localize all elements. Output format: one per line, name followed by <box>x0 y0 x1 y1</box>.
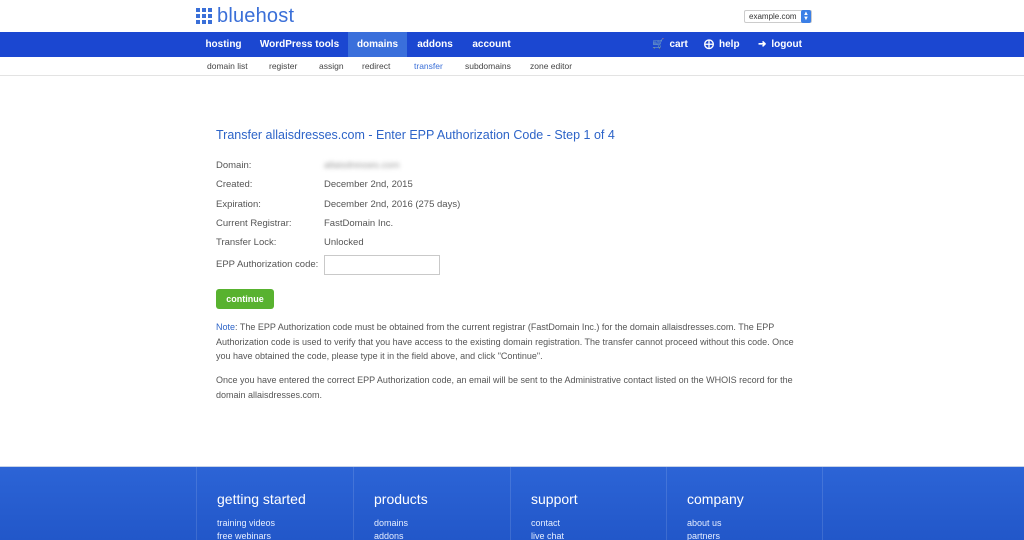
field-label: Current Registrar: <box>216 218 292 230</box>
field-value-expiration: December 2nd, 2016 (275 days) <box>324 198 461 210</box>
subnav-subdomains[interactable]: subdomains <box>465 61 511 71</box>
footer-link[interactable]: contact <box>531 518 560 528</box>
field-row-created: Created: December 2nd, 2015 <box>216 175 806 194</box>
field-row-transfer-lock: Transfer Lock: Unlocked <box>216 233 806 252</box>
nav-cart[interactable]: 🛒 cart <box>652 32 688 57</box>
subnav-redirect[interactable]: redirect <box>362 61 390 71</box>
select-arrows-icon: ▲ ▼ <box>801 10 811 23</box>
nav-label: logout <box>771 39 802 50</box>
field-row-epp: EPP Authorization code: <box>216 252 806 276</box>
epp-label: EPP Authorization code: <box>216 258 319 270</box>
subnav-zone-editor[interactable]: zone editor <box>530 61 572 71</box>
field-label: Domain: <box>216 160 252 172</box>
subnav-assign[interactable]: assign <box>319 61 344 71</box>
field-row-registrar: Current Registrar: FastDomain Inc. <box>216 214 806 233</box>
footer-column-products: products domains addons <box>353 467 510 540</box>
domain-select-value: example.com <box>749 12 797 21</box>
bluehost-logo[interactable]: bluehost <box>196 6 294 26</box>
nav-account[interactable]: account <box>463 32 520 57</box>
footer-column-company: company about us partners <box>666 467 823 540</box>
footer-heading: company <box>687 491 744 507</box>
cart-icon: 🛒 <box>652 39 665 50</box>
field-label: Created: <box>216 179 253 191</box>
nav-label: domains <box>356 39 399 50</box>
transfer-form: Transfer allaisdresses.com - Enter EPP A… <box>216 128 806 400</box>
top-header: bluehost example.com ▲ ▼ <box>0 0 1024 32</box>
footer-heading: products <box>374 491 428 507</box>
footer-link[interactable]: partners <box>687 531 720 540</box>
nav-domains[interactable]: domains <box>348 32 407 57</box>
field-label: Expiration: <box>216 198 261 210</box>
field-label: Transfer Lock: <box>216 237 277 249</box>
logo-grid-icon <box>196 8 212 24</box>
epp-code-input[interactable] <box>324 255 440 276</box>
footer-column-support: support contact live chat <box>510 467 667 540</box>
page-title: Transfer allaisdresses.com - Enter EPP A… <box>216 128 615 142</box>
footer-link[interactable]: about us <box>687 518 722 528</box>
nav-addons[interactable]: addons <box>407 32 463 57</box>
field-value-domain: allaisdresses.com <box>324 160 400 172</box>
logout-icon: ➜ <box>758 39 767 50</box>
nav-hosting[interactable]: hosting <box>196 32 251 57</box>
nav-label: help <box>719 39 740 50</box>
nav-label: addons <box>417 39 453 50</box>
footer-heading: support <box>531 491 578 507</box>
nav-label: cart <box>669 39 688 50</box>
footer-link[interactable]: live chat <box>531 531 564 540</box>
subnav-domain-list[interactable]: domain list <box>207 61 248 71</box>
nav-wordpress-tools[interactable]: WordPress tools <box>251 32 348 57</box>
subnav-register[interactable]: register <box>269 61 297 71</box>
footer-heading: getting started <box>217 491 306 507</box>
field-row-domain: Domain: allaisdresses.com <box>216 156 806 175</box>
logo-text: bluehost <box>217 5 295 27</box>
field-value-created: December 2nd, 2015 <box>324 179 413 191</box>
email-info-paragraph: Once you have entered the correct EPP Au… <box>216 375 793 400</box>
footer: getting started training videos free web… <box>0 466 1024 540</box>
domain-select[interactable]: example.com ▲ ▼ <box>744 10 812 23</box>
field-value-transfer-lock: Unlocked <box>324 237 364 249</box>
lifebuoy-icon: ⨁ <box>704 39 714 50</box>
field-row-expiration: Expiration: December 2nd, 2016 (275 days… <box>216 195 806 214</box>
nav-label: hosting <box>205 39 242 50</box>
footer-link[interactable]: domains <box>374 518 408 528</box>
footer-link[interactable]: training videos <box>217 518 275 528</box>
note-paragraph: Note: The EPP Authorization code must be… <box>216 320 796 364</box>
subnav-transfer[interactable]: transfer <box>414 61 443 71</box>
note-label: Note <box>216 322 236 332</box>
continue-button[interactable]: continue <box>216 289 274 309</box>
note-text: : The EPP Authorization code must be obt… <box>216 322 794 362</box>
nav-label: account <box>472 39 511 50</box>
nav-logout[interactable]: ➜ logout <box>758 32 802 57</box>
field-value-registrar: FastDomain Inc. <box>324 218 394 230</box>
main-nav: hosting WordPress tools domains addons a… <box>0 32 1024 57</box>
footer-link[interactable]: free webinars <box>217 531 271 540</box>
nav-label: WordPress tools <box>259 39 340 50</box>
nav-help[interactable]: ⨁ help <box>704 32 740 57</box>
footer-link[interactable]: addons <box>374 531 404 540</box>
sub-nav: domain list register assign redirect tra… <box>0 57 1024 76</box>
footer-column-getting-started: getting started training videos free web… <box>196 467 353 540</box>
